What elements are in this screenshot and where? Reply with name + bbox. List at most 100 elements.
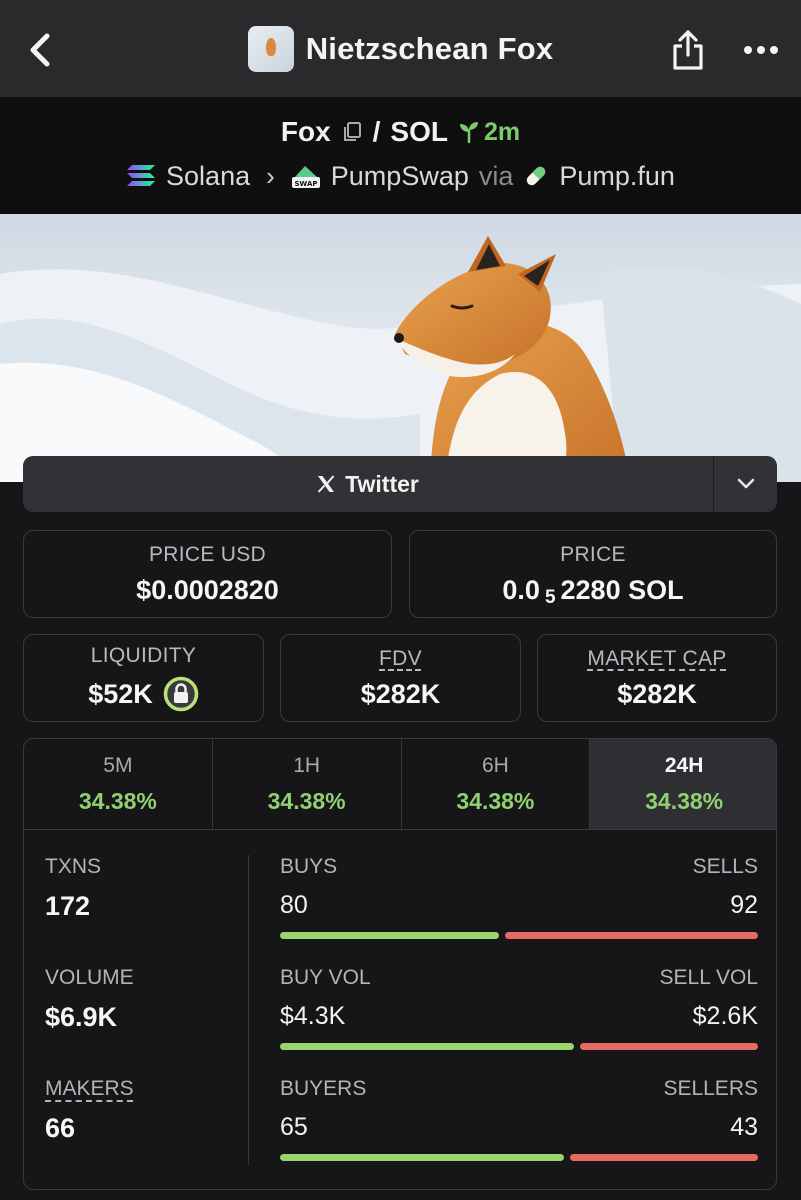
timeframe-tabs: 5M 34.38% 1H 34.38% 6H 34.38% 24H 34.38% — [24, 739, 776, 830]
page-title: Nietzschean Fox — [305, 30, 554, 66]
fdv-label[interactable]: FDV — [379, 647, 422, 671]
top-navigation-bar: Nietzschean Fox — [0, 0, 801, 97]
buys-sells-split: BUYS SELLS 80 92 — [280, 855, 758, 966]
fdv-value: $282K — [360, 678, 441, 709]
svg-text:SWAP: SWAP — [294, 180, 317, 188]
volume-split: BUY VOL SELL VOL $4.3K $2.6K — [280, 966, 758, 1077]
tab-price-change: 34.38% — [78, 787, 157, 814]
tab-24h[interactable]: 24H 34.38% — [590, 739, 776, 829]
share-button[interactable] — [666, 26, 710, 74]
volume-value: $6.9K — [45, 1002, 118, 1032]
buyers-value: 65 — [280, 1113, 308, 1141]
buys-value: 80 — [280, 891, 308, 919]
chain-name[interactable]: Solana — [166, 161, 250, 192]
txns-label: TXNS — [45, 855, 102, 878]
buys-sells-ratio-bar — [280, 932, 758, 939]
more-options-button[interactable] — [738, 30, 784, 70]
column-divider — [248, 855, 249, 1165]
twitter-link-button[interactable]: Twitter — [23, 456, 713, 512]
launchpad-name[interactable]: Pump.fun — [559, 161, 675, 192]
sell-bar-segment — [570, 1154, 758, 1161]
makers-stat: MAKERS 66 — [45, 1077, 245, 1188]
volume-ratio-bar — [280, 1043, 758, 1050]
fox-in-snow-illustration — [0, 214, 801, 482]
market-cap-card: MARKET CAP $282K — [537, 634, 777, 722]
pumpswap-icon: SWAP — [291, 166, 320, 188]
tab-5m[interactable]: 5M 34.38% — [24, 739, 213, 829]
pair-age-badge: 2m — [458, 118, 520, 147]
fdv-card: FDV $282K — [280, 634, 521, 722]
makers-value: 66 — [45, 1113, 76, 1143]
pair-separator: / — [372, 116, 381, 147]
twitter-label: Twitter — [345, 470, 419, 497]
buyers-label: BUYERS — [280, 1077, 367, 1100]
base-token-symbol: Fox — [280, 116, 331, 147]
liquidity-card: LIQUIDITY $52K — [23, 634, 264, 722]
links-dropdown-button[interactable] — [713, 456, 777, 512]
liquidity-value: $52K — [88, 678, 153, 709]
sells-label: SELLS — [692, 855, 758, 878]
solana-icon — [127, 165, 156, 186]
buy-sell-column: BUYS SELLS 80 92 BUY VOL SELL VOL $4.3K … — [280, 855, 758, 1188]
sellers-value: 43 — [730, 1113, 758, 1141]
tab-label: 5M — [103, 753, 133, 777]
txns-value: 172 — [45, 891, 91, 921]
share-icon — [673, 30, 703, 70]
buy-vol-label: BUY VOL — [280, 966, 371, 989]
via-label: via — [478, 160, 514, 191]
txns-stat: TXNS 172 — [45, 855, 245, 966]
seedling-icon — [459, 122, 478, 143]
liquidity-value-row: $52K — [88, 676, 199, 712]
liquidity-label: LIQUIDITY — [90, 644, 197, 667]
quote-token-symbol: SOL — [390, 116, 448, 147]
liquidity-lock-icon[interactable] — [163, 676, 199, 712]
price-native-value: 0.0 5 2280 SOL — [502, 574, 684, 609]
tab-label: 1H — [293, 753, 321, 777]
makers-label[interactable]: MAKERS — [45, 1077, 134, 1101]
buy-bar-segment — [280, 1043, 574, 1050]
chevron-left-icon — [30, 33, 50, 67]
tab-1h[interactable]: 1H 34.38% — [213, 739, 402, 829]
price-native-label: PRICE — [560, 542, 626, 566]
chevron-down-icon — [737, 478, 754, 489]
price-suffix: 2280 SOL — [560, 574, 684, 605]
sell-vol-value: $2.6K — [692, 1002, 758, 1030]
copy-address-icon[interactable] — [341, 121, 363, 143]
volume-stat: VOLUME $6.9K — [45, 966, 245, 1077]
sell-bar-segment — [505, 932, 758, 939]
sell-bar-segment — [580, 1043, 758, 1050]
market-cap-value: $282K — [617, 678, 697, 709]
market-cap-label[interactable]: MARKET CAP — [587, 647, 726, 671]
social-links-bar: Twitter — [23, 456, 777, 512]
token-banner-image — [0, 214, 801, 482]
sellers-label: SELLERS — [663, 1077, 758, 1100]
breadcrumb-chevron-icon: › — [266, 160, 275, 191]
buyers-sellers-split: BUYERS SELLERS 65 43 — [280, 1077, 758, 1188]
price-native-card: PRICE 0.0 5 2280 SOL — [409, 530, 777, 618]
tab-6h[interactable]: 6H 34.38% — [402, 739, 591, 829]
title-group: Nietzschean Fox — [247, 25, 554, 72]
price-prefix: 0.0 — [502, 574, 540, 605]
x-logo-icon — [317, 475, 335, 493]
price-zero-count: 5 — [544, 587, 556, 608]
totals-column: TXNS 172 VOLUME $6.9K MAKERS 66 — [45, 855, 245, 1188]
sell-vol-label: SELL VOL — [659, 966, 758, 989]
token-avatar — [247, 25, 294, 72]
buyers-ratio-bar — [280, 1154, 758, 1161]
price-usd-label: PRICE USD — [148, 542, 267, 566]
buy-bar-segment — [280, 932, 499, 939]
volume-label: VOLUME — [45, 966, 134, 989]
dex-name[interactable]: PumpSwap — [331, 161, 469, 192]
tab-price-change: 34.38% — [456, 787, 535, 814]
back-button[interactable] — [22, 28, 58, 72]
pair-title: Fox / SOL 2m — [0, 112, 801, 152]
tab-price-change: 34.38% — [645, 787, 724, 814]
chain-breadcrumb: Solana › SWAP PumpSwap via Pump.fun — [0, 156, 801, 196]
stats-panel: 5M 34.38% 1H 34.38% 6H 34.38% 24H 34.38%… — [23, 738, 777, 1190]
buy-vol-value: $4.3K — [280, 1002, 346, 1030]
tab-label: 24H — [664, 753, 704, 777]
price-usd-card: PRICE USD $0.0002820 — [23, 530, 392, 618]
sells-value: 92 — [730, 891, 758, 919]
price-usd-value: $0.0002820 — [136, 574, 279, 605]
tab-price-change: 34.38% — [267, 787, 346, 814]
